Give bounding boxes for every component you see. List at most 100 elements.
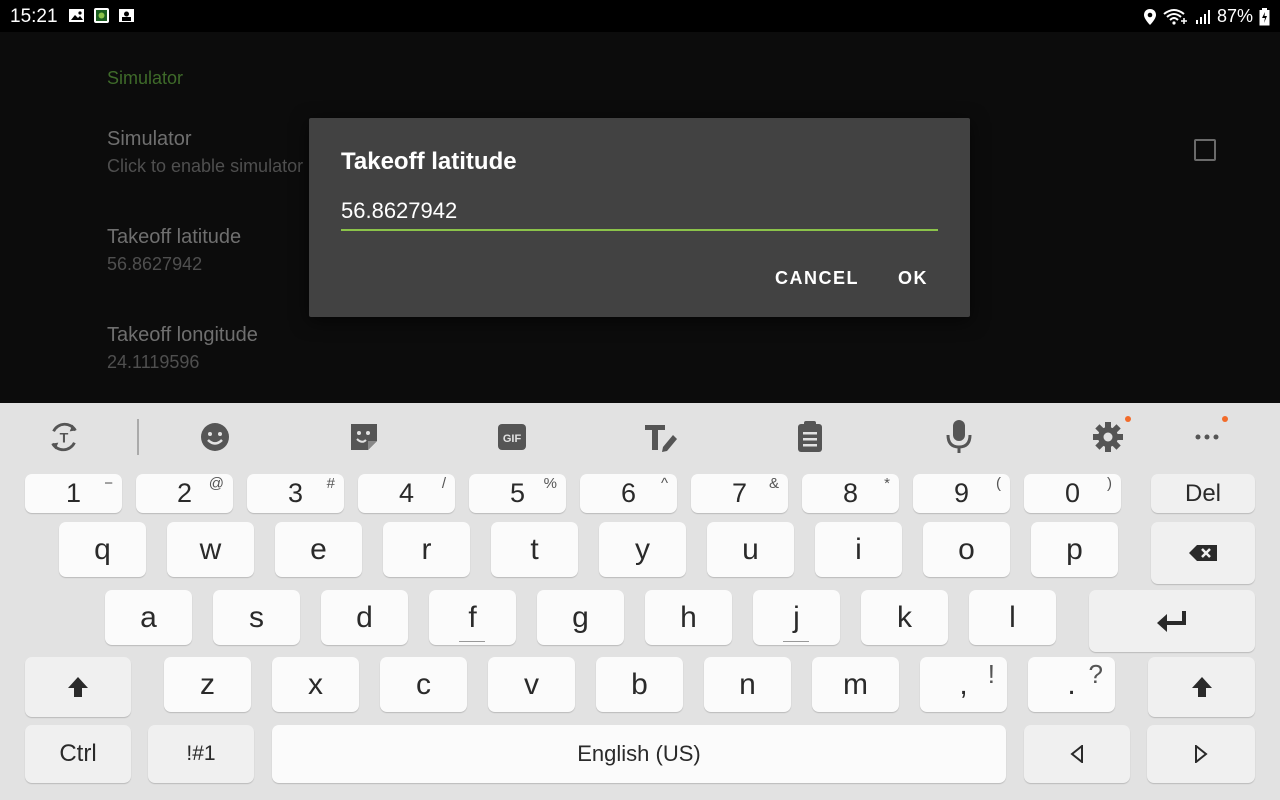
shift-icon xyxy=(1191,677,1212,697)
key-y[interactable]: y xyxy=(599,522,686,577)
key-label: i xyxy=(855,532,862,566)
shift-key-right[interactable] xyxy=(1148,657,1255,717)
key-x[interactable]: x xyxy=(272,657,359,712)
key-label: 8 xyxy=(842,478,859,508)
key-d[interactable]: d xyxy=(321,590,408,645)
key-sup: ^ xyxy=(660,475,668,492)
key-label: h xyxy=(680,600,697,634)
latitude-input[interactable] xyxy=(341,195,938,231)
key-j[interactable]: j xyxy=(753,590,840,645)
key-v[interactable]: v xyxy=(488,657,575,712)
key-p[interactable]: p xyxy=(1031,522,1118,577)
key-6[interactable]: 6 ^ xyxy=(580,474,677,513)
image-notification-icon xyxy=(69,9,84,22)
key-label: p xyxy=(1066,532,1083,566)
key-label: o xyxy=(958,532,975,566)
key-sup: ( xyxy=(996,475,1001,492)
signal-icon xyxy=(1195,9,1210,24)
ok-button[interactable]: OK xyxy=(898,268,928,289)
key-sup: * xyxy=(884,475,890,492)
key-o[interactable]: o xyxy=(923,522,1010,577)
key-3[interactable]: 3 # xyxy=(247,474,344,513)
key-s[interactable]: s xyxy=(213,590,300,645)
key-label: e xyxy=(310,532,327,566)
svg-text:T: T xyxy=(60,431,69,447)
emoji-icon[interactable] xyxy=(197,419,233,455)
key-label: m xyxy=(843,667,868,701)
key-4[interactable]: 4/ xyxy=(358,474,455,513)
key-h[interactable]: h xyxy=(645,590,732,645)
key-a[interactable]: a xyxy=(105,590,192,645)
notification-dot xyxy=(1125,416,1131,422)
key-7[interactable]: 7 & xyxy=(691,474,788,513)
key-i[interactable]: i xyxy=(815,522,902,577)
key-u[interactable]: u xyxy=(707,522,794,577)
key-label: g xyxy=(572,600,589,634)
key-label: s xyxy=(249,600,264,634)
key-9[interactable]: 9( xyxy=(913,474,1010,513)
key-label: 5 xyxy=(509,478,526,508)
battery-icon xyxy=(1259,7,1270,25)
clipboard-icon[interactable] xyxy=(792,419,828,455)
pref-summary: Click to enable simulator xyxy=(107,156,304,176)
space-key[interactable]: English (US) xyxy=(272,725,1006,783)
soft-keyboard: T GIF 1− 2 @ 3 # 4/ 5% 6 ^ 7 & 8 * 9( 0) Del … xyxy=(0,403,1280,800)
key-b[interactable]: b xyxy=(596,657,683,712)
key-label: k xyxy=(897,600,912,634)
key-k[interactable]: k xyxy=(861,590,948,645)
key-e[interactable]: e xyxy=(275,522,362,577)
key-r[interactable]: r xyxy=(383,522,470,577)
key-w[interactable]: w xyxy=(167,522,254,577)
key-label: t xyxy=(530,532,539,566)
key-period[interactable]: .? xyxy=(1028,657,1115,712)
key-5[interactable]: 5% xyxy=(469,474,566,513)
key-n[interactable]: n xyxy=(704,657,791,712)
key-0[interactable]: 0) xyxy=(1024,474,1121,513)
del-key[interactable]: Del xyxy=(1151,474,1255,513)
key-label: a xyxy=(140,600,157,634)
key-l[interactable]: l xyxy=(969,590,1056,645)
key-label: , xyxy=(959,667,968,701)
backspace-key[interactable] xyxy=(1151,522,1255,584)
key-1[interactable]: 1− xyxy=(25,474,122,513)
status-time: 15:21 xyxy=(10,6,58,27)
ctrl-key[interactable]: Ctrl xyxy=(25,725,131,783)
key-label: j xyxy=(793,600,800,634)
microphone-icon[interactable] xyxy=(941,419,977,455)
key-sup: ! xyxy=(987,659,995,689)
key-sup: ? xyxy=(1088,659,1103,689)
key-2[interactable]: 2 @ xyxy=(136,474,233,513)
home-row-marker xyxy=(459,641,485,642)
text-style-icon[interactable] xyxy=(643,419,679,455)
key-g[interactable]: g xyxy=(537,590,624,645)
key-c[interactable]: c xyxy=(380,657,467,712)
symbols-key[interactable]: !#1 xyxy=(148,725,254,783)
key-sup: # xyxy=(326,475,335,492)
key-t[interactable]: t xyxy=(491,522,578,577)
key-label: !#1 xyxy=(186,742,216,765)
enter-icon xyxy=(1157,611,1186,632)
key-comma[interactable]: ,! xyxy=(920,657,1007,712)
text-mode-icon[interactable]: T xyxy=(46,419,82,455)
settings-gear-icon[interactable] xyxy=(1090,419,1126,455)
gif-icon[interactable]: GIF xyxy=(494,419,530,455)
key-label: Del xyxy=(1184,479,1221,507)
key-f[interactable]: f xyxy=(429,590,516,645)
key-m[interactable]: m xyxy=(812,657,899,712)
cursor-left-key[interactable] xyxy=(1024,725,1130,783)
sticker-icon[interactable] xyxy=(346,419,382,455)
cursor-right-key[interactable] xyxy=(1147,725,1255,783)
status-right: 87% xyxy=(1143,6,1270,27)
edit-text-dialog: Takeoff latitude CANCEL OK xyxy=(309,118,970,317)
key-q[interactable]: q xyxy=(59,522,146,577)
key-z[interactable]: z xyxy=(164,657,251,712)
enter-key[interactable] xyxy=(1089,590,1255,652)
shift-key-left[interactable] xyxy=(25,657,131,717)
simulator-checkbox[interactable] xyxy=(1194,139,1216,161)
battery-percent: 87% xyxy=(1216,6,1253,26)
cancel-button[interactable]: CANCEL xyxy=(775,268,859,289)
more-options-icon[interactable] xyxy=(1189,419,1225,455)
key-8[interactable]: 8 * xyxy=(802,474,899,513)
key-label: v xyxy=(524,667,539,701)
key-label: 4 xyxy=(398,478,415,508)
